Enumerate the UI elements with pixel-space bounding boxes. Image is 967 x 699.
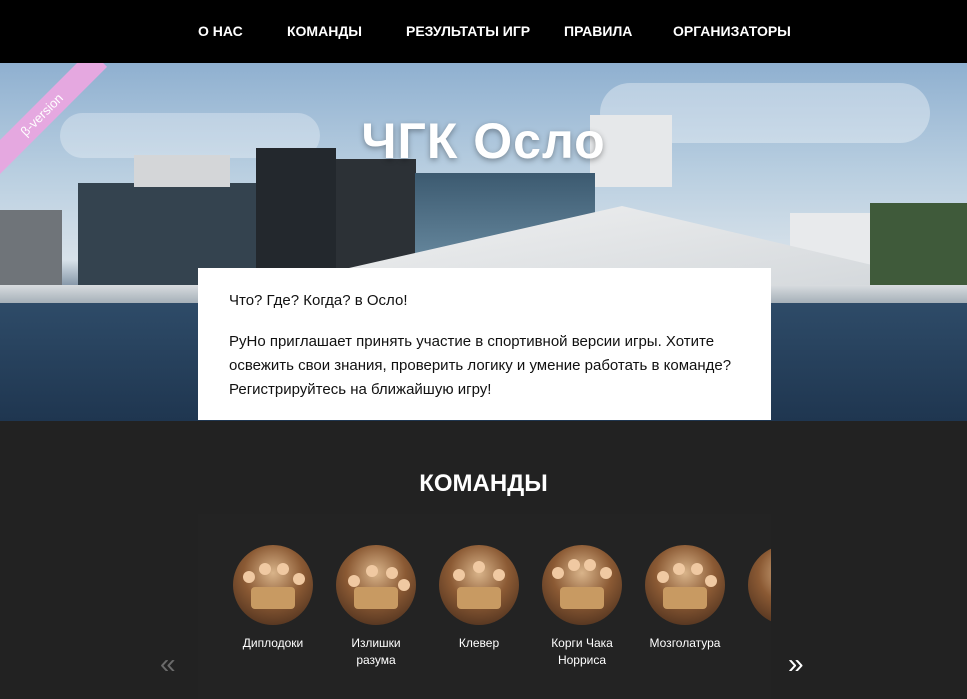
nav-organizers[interactable]: ОРГАНИЗАТОРЫ [673, 23, 791, 39]
intro-card: Что? Где? Когда? в Осло! PyHo приглашает… [198, 268, 771, 420]
nav-rules[interactable]: ПРАВИЛА [564, 23, 632, 39]
team-name: Корги Чака Норриса [551, 636, 613, 667]
carousel-prev-icon[interactable]: « [160, 648, 176, 680]
team-name: Диплодоки [242, 636, 304, 650]
intro-heading: Что? Где? Когда? в Осло! [229, 292, 408, 309]
nav-about[interactable]: О НАС [198, 23, 243, 39]
team-photo [748, 545, 771, 625]
team-card[interactable]: Излишки разума [336, 545, 416, 669]
team-card[interactable]: Клевер [439, 545, 519, 652]
teams-carousel: Диплодоки Излишки разума Клевер Корги Ча… [198, 514, 771, 699]
team-photo [336, 545, 416, 625]
page-title: ЧГК Осло [361, 113, 606, 169]
nav-results[interactable]: РЕЗУЛЬТАТЫ ИГР [406, 23, 530, 39]
team-name: Клевер [458, 636, 500, 650]
hero-trees [870, 203, 967, 288]
team-card[interactable]: Корги Чака Норриса [542, 545, 622, 669]
top-navigation: О НАС КОМАНДЫ РЕЗУЛЬТАТЫ ИГР ПРАВИЛА ОРГ… [0, 0, 967, 63]
team-name: Мозголатура [649, 636, 721, 650]
teams-section-title: КОМАНДЫ [419, 470, 548, 497]
carousel-next-icon[interactable]: » [788, 648, 804, 680]
nav-teams[interactable]: КОМАНДЫ [287, 23, 362, 39]
team-photo [233, 545, 313, 625]
team-name: Излишки разума [351, 636, 401, 667]
team-card-partial[interactable] [748, 545, 771, 625]
team-photo [645, 545, 725, 625]
team-photo [542, 545, 622, 625]
intro-text: PyHo приглашает принять участие в спорти… [229, 333, 732, 398]
team-card[interactable]: Диплодоки [233, 545, 313, 652]
team-card[interactable]: Мозголатура [645, 545, 725, 652]
team-photo [439, 545, 519, 625]
